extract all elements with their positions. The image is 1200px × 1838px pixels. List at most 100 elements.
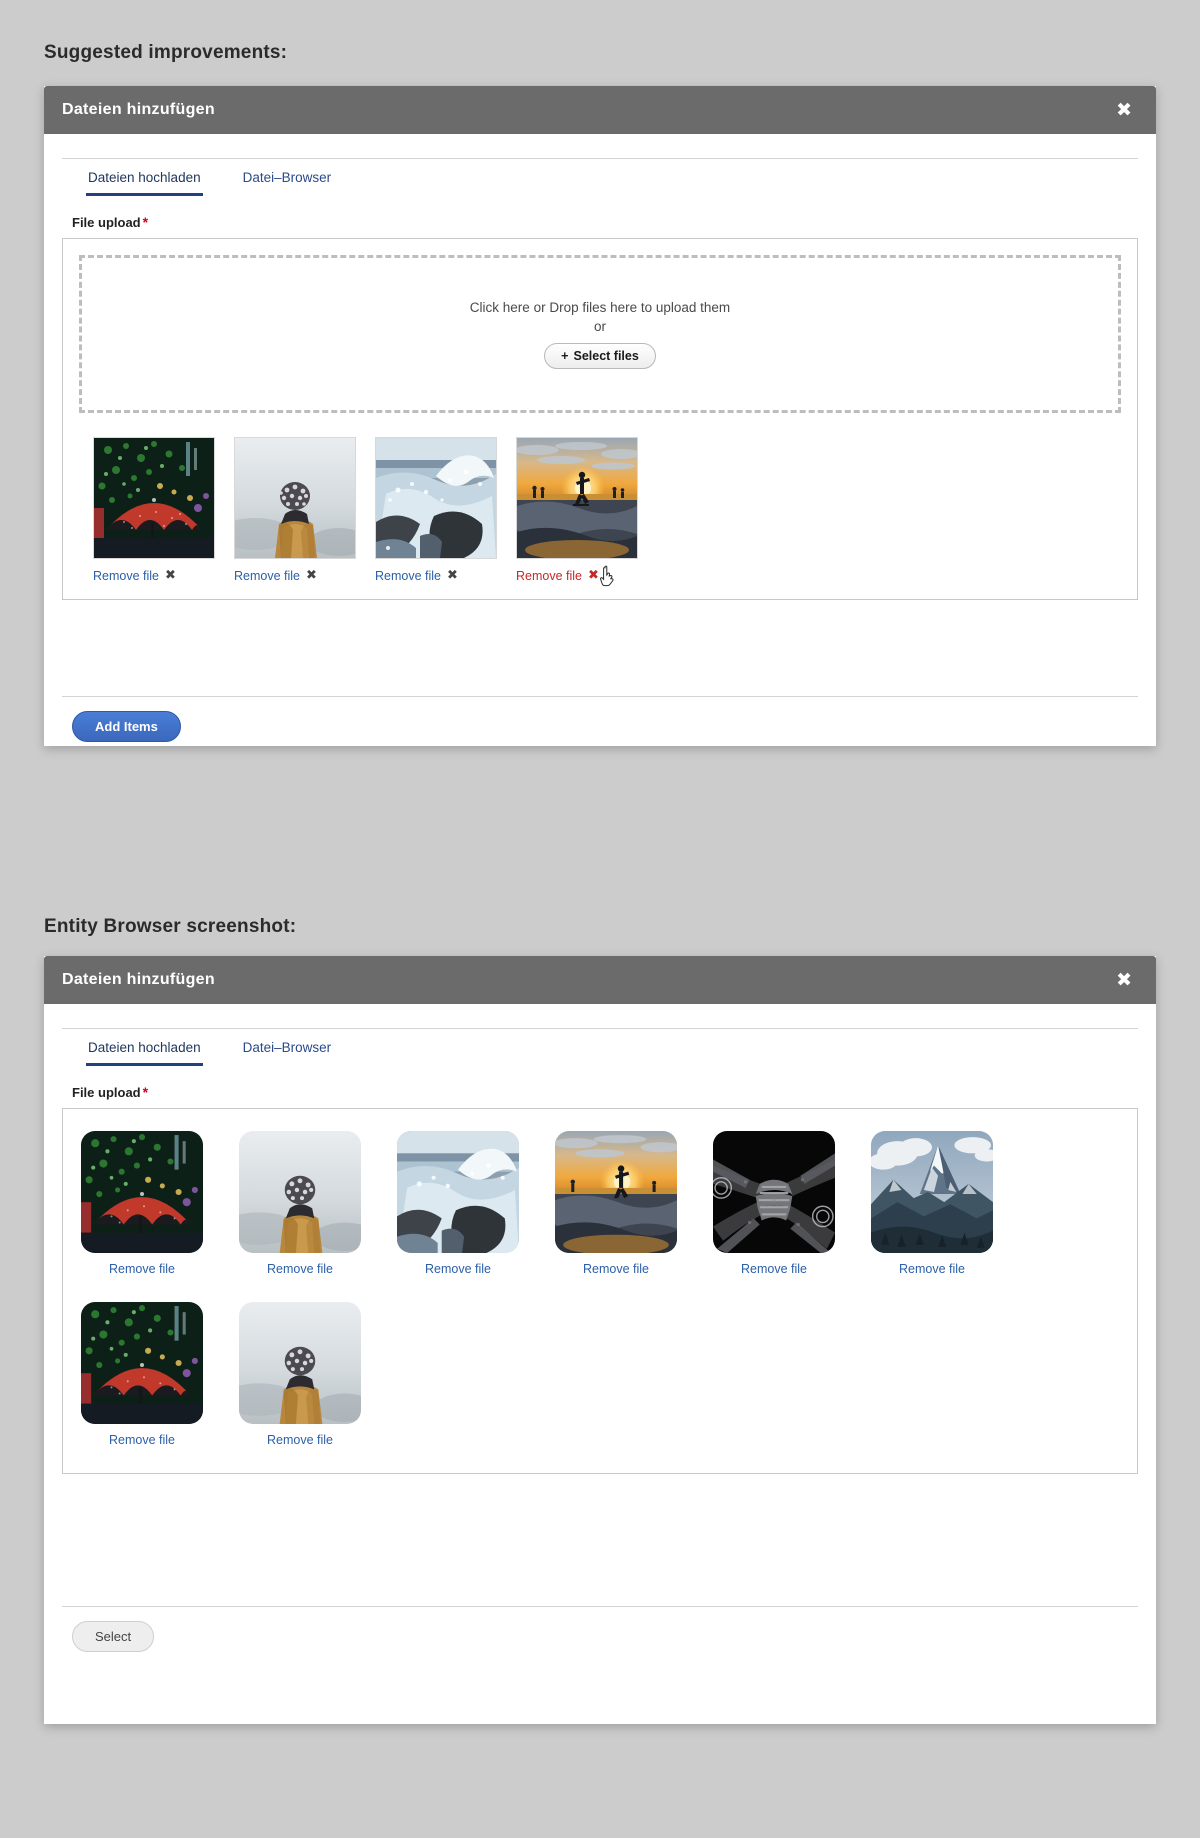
list-item: Remove file [713, 1131, 835, 1276]
required-asterisk: * [142, 1084, 149, 1100]
person-in-fog-thumbnail-image [239, 1131, 361, 1253]
file-thumbnail[interactable] [713, 1131, 835, 1253]
tab-label: Datei–Browser [242, 1040, 332, 1055]
improvements-heading: Suggested improvements: [44, 42, 287, 64]
dropzone[interactable]: Click here or Drop files here to upload … [79, 255, 1121, 413]
umbrella-night-thumbnail-image [81, 1131, 203, 1253]
ocean-wave-thumbnail-image [397, 1131, 519, 1253]
file-thumbnail[interactable] [239, 1131, 361, 1253]
remove-file-button[interactable]: Remove file [397, 1262, 519, 1276]
tab-dateien-hochladen[interactable]: Dateien hochladen [86, 1029, 203, 1066]
file-thumbnail[interactable] [234, 437, 356, 559]
file-thumbnail[interactable] [93, 437, 215, 559]
dropzone-primary-text: Click here or Drop files here to upload … [469, 299, 731, 315]
uploaded-file-list: Remove file ✖ Remove file ✖ Remove file … [79, 437, 1121, 587]
list-item: Remove file [239, 1131, 361, 1276]
file-grid: Remove file Remove file Remove file Remo… [81, 1131, 1119, 1447]
file-upload-label: File upload * [72, 214, 1138, 230]
select-files-label: Select files [573, 348, 639, 363]
tab-datei-browser[interactable]: Datei–Browser [241, 159, 334, 196]
list-item: Remove file ✖ [516, 437, 638, 587]
snow-mountain-thumbnail-image [871, 1131, 993, 1253]
file-upload-label-text: File upload [72, 215, 141, 230]
file-thumbnail[interactable] [555, 1131, 677, 1253]
tab-label: Datei–Browser [242, 170, 332, 185]
list-item: Remove file [555, 1131, 677, 1276]
tab-datei-browser[interactable]: Datei–Browser [241, 1029, 334, 1066]
tab-label: Dateien hochladen [88, 1040, 201, 1055]
tab-list: Dateien hochladen Datei–Browser [62, 1029, 1138, 1066]
remove-file-button[interactable]: Remove file ✖ [93, 568, 213, 583]
list-item: Remove file ✖ [93, 437, 215, 583]
file-upload-label: File upload * [72, 1084, 1138, 1100]
file-thumbnail[interactable] [516, 437, 638, 559]
required-asterisk: * [142, 214, 149, 230]
close-icon: ✖ [588, 568, 599, 583]
remove-file-button[interactable]: Remove file ✖ [375, 568, 495, 583]
entity-browser-panel: Remove file Remove file Remove file Remo… [62, 1108, 1138, 1474]
dialog-footer: Select [44, 1607, 1156, 1674]
plus-icon: + [561, 348, 569, 363]
tabs-container: Dateien hochladen Datei–Browser [62, 1028, 1138, 1066]
list-item: Remove file [81, 1302, 203, 1447]
select-button[interactable]: Select [72, 1621, 155, 1652]
list-item: Remove file ✖ [375, 437, 497, 583]
remove-file-button[interactable]: Remove file [713, 1262, 835, 1276]
dialog-title: Dateien hinzufügen [62, 971, 215, 988]
file-thumbnail[interactable] [81, 1131, 203, 1253]
close-icon: ✖ [165, 568, 176, 583]
add-files-dialog-improvements: Dateien hinzufügen ✖ Dateien hochladen D… [44, 86, 1156, 746]
entity-browser-heading-text: Entity Browser screenshot: [44, 916, 297, 937]
file-upload-label-text: File upload [72, 1085, 141, 1100]
add-files-dialog-entity-browser: Dateien hinzufügen ✖ Dateien hochladen D… [44, 956, 1156, 1724]
dialog-header: Dateien hinzufügen ✖ [44, 86, 1156, 134]
sunset-skatepark-thumbnail-image [555, 1131, 677, 1253]
remove-file-button[interactable]: Remove file [81, 1262, 203, 1276]
improvements-heading-text: Suggested improvements: [44, 42, 288, 63]
tab-dateien-hochladen[interactable]: Dateien hochladen [86, 159, 203, 196]
remove-file-label: Remove file [93, 568, 159, 583]
remove-file-button[interactable]: Remove file ✖ [234, 568, 354, 583]
panel-spacer [62, 1474, 1138, 1606]
remove-file-button[interactable]: Remove file [555, 1262, 677, 1276]
remove-file-label: Remove file [234, 568, 300, 583]
dialog-body: Dateien hochladen Datei–Browser File upl… [44, 1028, 1156, 1606]
list-item: Remove file [239, 1302, 361, 1447]
file-thumbnail[interactable] [81, 1302, 203, 1424]
file-thumbnail[interactable] [375, 437, 497, 559]
person-in-fog-thumbnail-image [239, 1302, 361, 1424]
dialog-header: Dateien hinzufügen ✖ [44, 956, 1156, 1004]
umbrella-night-thumbnail-image [94, 438, 214, 558]
remove-file-button[interactable]: Remove file [239, 1433, 361, 1447]
list-item: Remove file [81, 1131, 203, 1276]
cathedral-ceiling-thumbnail-image [713, 1131, 835, 1253]
close-icon: ✖ [306, 568, 317, 583]
ocean-wave-thumbnail-image [376, 438, 496, 558]
file-thumbnail[interactable] [871, 1131, 993, 1253]
dialog-title: Dateien hinzufügen [62, 101, 215, 118]
select-files-button[interactable]: + Select files [544, 342, 656, 369]
remove-file-button[interactable]: Remove file [871, 1262, 993, 1276]
panel-spacer [62, 600, 1138, 696]
remove-file-button[interactable]: Remove file ✖ [516, 568, 636, 583]
remove-file-button[interactable]: Remove file [239, 1262, 361, 1276]
list-item: Remove file [397, 1131, 519, 1276]
dialog-body: Dateien hochladen Datei–Browser File upl… [44, 158, 1156, 696]
file-thumbnail[interactable] [397, 1131, 519, 1253]
file-thumbnail[interactable] [239, 1302, 361, 1424]
list-item: Remove file ✖ [234, 437, 356, 583]
sunset-skatepark-thumbnail-image [517, 438, 637, 558]
umbrella-night-thumbnail-image [81, 1302, 203, 1424]
tab-label: Dateien hochladen [88, 170, 201, 185]
dialog-footer: Add Items [44, 697, 1156, 764]
add-items-button[interactable]: Add Items [72, 711, 181, 742]
close-icon: ✖ [447, 568, 458, 583]
dropzone-or-text: or [593, 318, 606, 334]
close-icon[interactable]: ✖ [1110, 97, 1138, 124]
tabs-container: Dateien hochladen Datei–Browser [62, 158, 1138, 196]
remove-file-button[interactable]: Remove file [81, 1433, 203, 1447]
remove-file-label: Remove file [375, 568, 441, 583]
close-icon[interactable]: ✖ [1110, 967, 1138, 994]
tab-list: Dateien hochladen Datei–Browser [62, 159, 1138, 196]
remove-file-label: Remove file [516, 568, 582, 583]
